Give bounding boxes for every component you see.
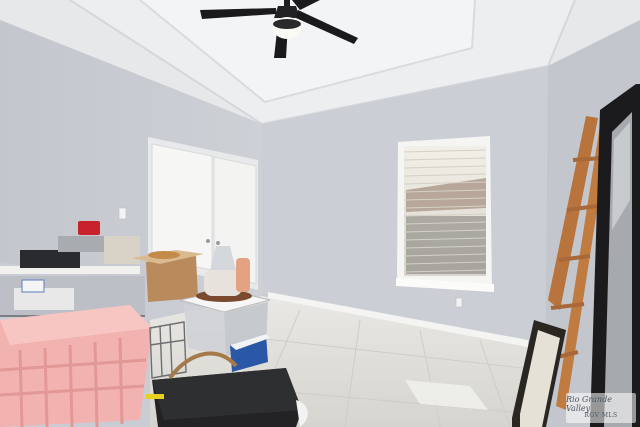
watermark-line-2: RGV MLS — [584, 412, 618, 420]
wall-outlet — [455, 297, 463, 308]
light-switch — [118, 207, 127, 220]
bedroom-photo: Rio Grande Valley RGV MLS — [0, 0, 640, 427]
photo-illustration — [0, 0, 640, 427]
mls-watermark: Rio Grande Valley RGV MLS — [566, 393, 636, 423]
window — [396, 136, 494, 292]
watermark-line-1: Rio Grande Valley — [566, 395, 612, 413]
pink-laundry-basket — [0, 305, 152, 427]
